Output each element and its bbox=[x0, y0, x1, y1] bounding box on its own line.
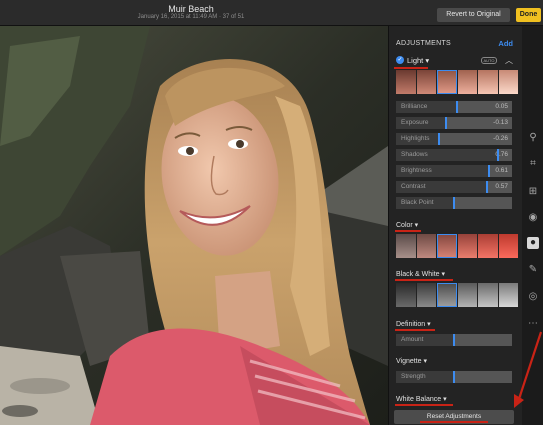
filters-icon[interactable]: ◉ bbox=[527, 212, 539, 224]
crop-rotate-icon[interactable]: ⌗ bbox=[527, 158, 539, 170]
light-thumbnail-strip[interactable] bbox=[396, 70, 518, 94]
black-white-thumbnail[interactable] bbox=[437, 283, 457, 307]
slider-handle[interactable] bbox=[497, 149, 499, 161]
color-thumbnail[interactable] bbox=[478, 234, 498, 258]
annotation-underline bbox=[395, 329, 435, 331]
portrait-photo bbox=[0, 26, 388, 425]
slider-handle[interactable] bbox=[488, 165, 490, 177]
adjust-icon[interactable]: ● bbox=[527, 237, 539, 249]
slider-label: Black Point bbox=[401, 199, 434, 206]
auto-button[interactable]: AUTO bbox=[481, 57, 497, 64]
magic-wand-icon[interactable]: ⚲ bbox=[527, 132, 539, 144]
slider-fill bbox=[454, 371, 512, 383]
black-point-slider[interactable]: Black Point bbox=[396, 197, 512, 209]
slider-label: Exposure bbox=[401, 119, 429, 126]
black-white-thumbnail[interactable] bbox=[498, 283, 518, 307]
definition-section-header[interactable]: Definition ▾ bbox=[396, 320, 431, 328]
slider-value: 0.57 bbox=[495, 183, 508, 190]
black-white-section-header[interactable]: Black & White ▾ bbox=[396, 270, 445, 278]
adjustments-panel: ADJUSTMENTS Add ✓ Light ▾ AUTO ︿ Brillia… bbox=[388, 26, 522, 425]
slider-handle[interactable] bbox=[453, 371, 455, 383]
photo-title: Muir Beach bbox=[168, 4, 214, 14]
slider-handle[interactable] bbox=[445, 117, 447, 129]
red-eye-icon[interactable]: ◎ bbox=[527, 291, 539, 303]
title-bar: Muir Beach January 16, 2015 at 11:49 AM … bbox=[0, 0, 543, 26]
black-white-thumbnail[interactable] bbox=[416, 283, 436, 307]
vignette-strength-slider[interactable]: Strength bbox=[396, 371, 512, 383]
slider-value: -0.13 bbox=[493, 119, 508, 126]
brightness-slider[interactable]: Brightness 0.61 bbox=[396, 165, 512, 177]
color-thumbnail[interactable] bbox=[457, 234, 477, 258]
slider-label: Amount bbox=[401, 336, 424, 343]
straighten-icon[interactable]: ⊞ bbox=[527, 186, 539, 198]
black-white-thumbnail-strip[interactable] bbox=[396, 283, 518, 307]
slider-fill bbox=[454, 334, 512, 346]
light-label: Light ▾ bbox=[407, 56, 430, 65]
black-white-thumbnail[interactable] bbox=[396, 283, 416, 307]
highlights-slider[interactable]: Highlights -0.26 bbox=[396, 133, 512, 145]
annotation-arrow bbox=[514, 331, 543, 408]
annotation-underline bbox=[395, 230, 421, 232]
color-section-header[interactable]: Color ▾ bbox=[396, 221, 418, 229]
more-icon[interactable]: ⋯ bbox=[527, 318, 539, 330]
vignette-section-header[interactable]: Vignette ▾ bbox=[396, 357, 427, 365]
slider-label: Strength bbox=[401, 373, 426, 380]
color-thumbnail[interactable] bbox=[498, 234, 518, 258]
slider-value: 0.61 bbox=[495, 167, 508, 174]
black-white-thumbnail[interactable] bbox=[457, 283, 477, 307]
black-white-thumbnail[interactable] bbox=[478, 283, 498, 307]
light-thumbnail[interactable] bbox=[457, 70, 477, 94]
photo-date: January 16, 2015 at 11:49 AM · 37 of 51 bbox=[137, 14, 245, 20]
light-thumbnail[interactable] bbox=[498, 70, 518, 94]
light-thumbnail[interactable] bbox=[437, 70, 457, 94]
checkmark-icon[interactable]: ✓ bbox=[396, 56, 404, 64]
brilliance-slider[interactable]: Brilliance 0.05 bbox=[396, 101, 512, 113]
contrast-slider[interactable]: Contrast 0.57 bbox=[396, 181, 512, 193]
slider-label: Brilliance bbox=[401, 103, 428, 110]
color-thumbnail[interactable] bbox=[396, 234, 416, 258]
retouch-icon[interactable]: ✎ bbox=[527, 264, 539, 276]
photo-canvas[interactable] bbox=[0, 26, 388, 425]
light-thumbnail[interactable] bbox=[478, 70, 498, 94]
revert-to-original-button[interactable]: Revert to Original bbox=[437, 8, 510, 22]
exposure-slider[interactable]: Exposure -0.13 bbox=[396, 117, 512, 129]
adjustments-header: ADJUSTMENTS bbox=[396, 40, 452, 47]
white-balance-section-header[interactable]: White Balance ▾ bbox=[396, 395, 447, 403]
slider-handle[interactable] bbox=[456, 101, 458, 113]
slider-label: Brightness bbox=[401, 167, 432, 174]
slider-handle[interactable] bbox=[453, 334, 455, 346]
color-thumbnail[interactable] bbox=[437, 234, 457, 258]
light-section-header[interactable]: ✓ Light ▾ AUTO ︿ bbox=[396, 56, 518, 67]
slider-label: Highlights bbox=[401, 135, 430, 142]
slider-value: -0.26 bbox=[493, 135, 508, 142]
color-thumbnail[interactable] bbox=[416, 234, 436, 258]
annotation-underline bbox=[394, 67, 428, 69]
slider-fill bbox=[454, 197, 512, 209]
light-thumbnail[interactable] bbox=[416, 70, 436, 94]
slider-handle[interactable] bbox=[438, 133, 440, 145]
annotation-underline bbox=[420, 421, 488, 423]
add-button[interactable]: Add bbox=[498, 39, 513, 48]
annotation-underline bbox=[395, 404, 453, 406]
slider-handle[interactable] bbox=[453, 197, 455, 209]
color-thumbnail-strip[interactable] bbox=[396, 234, 518, 258]
slider-value: 0.05 bbox=[495, 103, 508, 110]
slider-label: Shadows bbox=[401, 151, 428, 158]
done-button[interactable]: Done bbox=[516, 8, 541, 22]
definition-amount-slider[interactable]: Amount bbox=[396, 334, 512, 346]
annotation-underline bbox=[395, 279, 453, 281]
slider-handle[interactable] bbox=[486, 181, 488, 193]
slider-label: Contrast bbox=[401, 183, 426, 190]
chevron-up-icon[interactable]: ︿ bbox=[505, 55, 513, 66]
shadows-slider[interactable]: Shadows 0.76 bbox=[396, 149, 512, 161]
light-thumbnail[interactable] bbox=[396, 70, 416, 94]
